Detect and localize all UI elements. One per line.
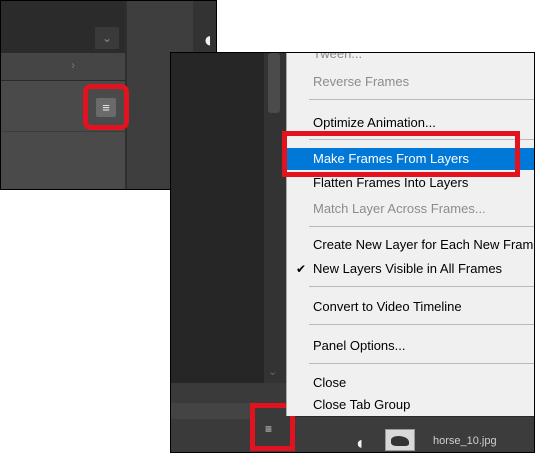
timeline-panel-crop-menu: ⌄ ◖ horse_10.jpg ≡ Tween... Reverse Fram… — [170, 52, 535, 453]
menu-item-close[interactable]: Close — [287, 372, 534, 394]
layer-name: horse_10.jpg — [433, 435, 497, 447]
checkmark-icon: ✔ — [296, 262, 307, 276]
menu-item-create-new-layer-each-frame[interactable]: Create New Layer for Each New Frame — [287, 234, 534, 256]
hamburger-menu-icon: ≡ — [96, 98, 116, 117]
menu-separator — [309, 99, 534, 100]
menu-item-reverse-frames: Reverse Frames — [313, 74, 410, 89]
menu-item-optimize-animation[interactable]: Optimize Animation... — [287, 112, 534, 134]
menu-separator — [309, 363, 534, 364]
menu-item-label: New Layers Visible in All Frames — [313, 261, 503, 276]
menu-separator — [309, 286, 534, 287]
menu-item-close-tab-group[interactable]: Close Tab Group — [287, 394, 534, 416]
eye-icon[interactable]: ◖ — [201, 29, 214, 51]
chevron-down-icon[interactable]: ⌄ — [268, 365, 277, 378]
menu-item-convert-to-video-timeline[interactable]: Convert to Video Timeline — [287, 296, 534, 318]
panel-flyout-menu: Tween... Reverse Frames Optimize Animati… — [286, 52, 534, 416]
chevron-right-icon[interactable]: › — [71, 58, 75, 72]
menu-separator — [309, 226, 534, 227]
panel-menu-button-highlighted[interactable]: ≡ — [83, 84, 129, 130]
menu-item-panel-options[interactable]: Panel Options... — [287, 335, 534, 357]
menu-item-tween: Tween... — [313, 52, 363, 61]
menu-item-flatten-frames-into-layers[interactable]: Flatten Frames Into Layers — [287, 172, 534, 194]
scrollbar-thumb[interactable] — [268, 53, 280, 113]
layer-thumbnail — [385, 429, 415, 451]
eye-icon[interactable]: ◖ — [354, 433, 365, 452]
menu-separator — [309, 139, 534, 140]
menu-item-match-layer-across-frames: Match Layer Across Frames... — [313, 201, 486, 216]
menu-item-make-frames-from-layers[interactable]: Make Frames From Layers — [287, 148, 534, 170]
menu-separator — [309, 324, 534, 325]
panel-row — [1, 53, 125, 81]
chevron-down-icon[interactable]: ⌄ — [95, 27, 119, 49]
menu-item-new-layers-visible[interactable]: ✔ New Layers Visible in All Frames — [287, 258, 534, 280]
hamburger-menu-icon: ≡ — [265, 422, 273, 436]
